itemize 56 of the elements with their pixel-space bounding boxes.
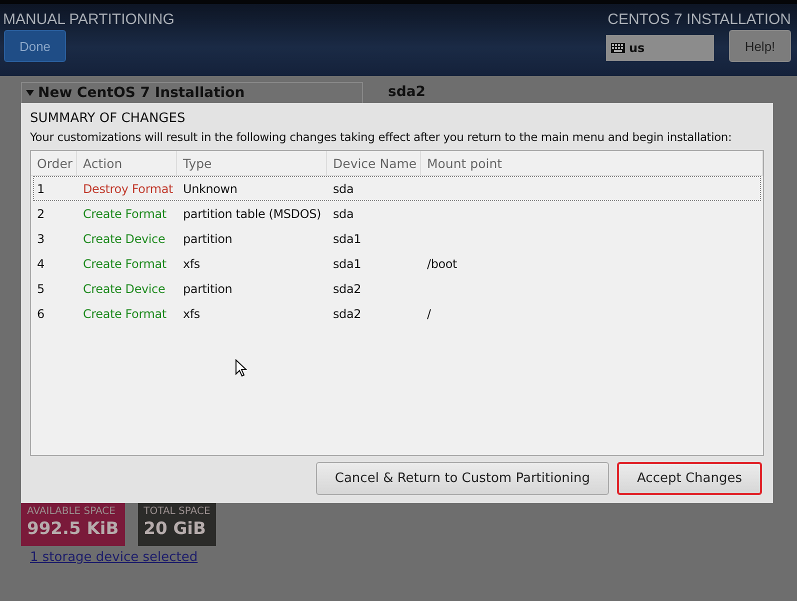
- done-button[interactable]: Done: [4, 30, 66, 62]
- table-cell-text: 6: [36, 306, 46, 322]
- table-cell-text: 1: [36, 180, 46, 198]
- available-space-value: 992.5 KiB: [27, 519, 119, 539]
- table-cell-text: Create Format: [82, 206, 168, 222]
- dialog-message: Your customizations will result in the following changes taking effect after you return to the main menu and begin installation:: [30, 130, 732, 144]
- device-title: sda2: [388, 83, 426, 100]
- storage-device-link[interactable]: 1 storage device selected: [30, 550, 198, 565]
- table-cell-text: Create Format: [82, 256, 168, 272]
- product-title: CENTOS 7 INSTALLATION: [608, 11, 791, 28]
- table-cell-text: 4: [36, 256, 46, 272]
- table-cell-text: 5: [36, 280, 46, 298]
- table-cell-text: sda2: [332, 306, 362, 322]
- table-row[interactable]: 4 Create Format xfs sda1 /boot: [33, 251, 761, 276]
- table-cell-text: Create Device: [82, 280, 166, 298]
- column-header[interactable]: Device Name: [327, 151, 421, 175]
- mouse-pointer-icon: [235, 359, 247, 377]
- accept-button[interactable]: Accept Changes: [617, 462, 762, 495]
- table-cell-text: sda1: [332, 230, 362, 248]
- column-header[interactable]: Type: [177, 151, 327, 175]
- total-space-value: 20 GiB: [144, 519, 207, 539]
- table-cell-text: xfs: [182, 306, 201, 322]
- table-cell-text: partition: [182, 280, 234, 298]
- table-cell-text: Unknown: [182, 180, 238, 198]
- table-cell-text: /boot: [426, 256, 458, 272]
- table-cell-text: Create Format: [82, 306, 168, 322]
- table-cell-text: xfs: [182, 256, 201, 272]
- expander-arrow-icon[interactable]: [26, 90, 34, 96]
- table-cell-text: 2: [36, 206, 46, 222]
- table-row[interactable]: 5 Create Device partition sda2: [33, 276, 761, 301]
- available-space-label: AVAILABLE SPACE: [27, 506, 116, 517]
- screen-title: MANUAL PARTITIONING: [3, 11, 174, 28]
- column-header[interactable]: Action: [77, 151, 177, 175]
- table-row[interactable]: 6 Create Format xfs sda2 /: [33, 301, 761, 326]
- table-cell-text: partition table (MSDOS): [182, 206, 322, 222]
- cancel-button[interactable]: Cancel & Return to Custom Partitioning: [316, 462, 610, 495]
- table-cell-text: Create Device: [82, 230, 166, 248]
- table-cell-text: Destroy Format: [82, 180, 174, 198]
- table-row[interactable]: 3 Create Device partition sda1: [33, 226, 761, 251]
- table-cell-text: /: [426, 306, 432, 322]
- dialog-title: SUMMARY OF CHANGES: [30, 111, 186, 126]
- table-row[interactable]: 1 Destroy Format Unknown sda: [33, 176, 761, 201]
- table-cell-text: partition: [182, 230, 234, 248]
- column-header[interactable]: Order: [31, 151, 77, 175]
- keyboard-layout-field[interactable]: us: [606, 35, 714, 61]
- help-button[interactable]: Help!: [729, 30, 791, 62]
- table-cell-text: sda2: [332, 280, 362, 298]
- table-cell-text: sda: [332, 206, 355, 222]
- installation-group-header[interactable]: New CentOS 7 Installation: [38, 85, 245, 101]
- table-cell-text: sda: [332, 180, 355, 198]
- table-cell-text: 3: [36, 230, 46, 248]
- keyboard-icon: [611, 43, 625, 53]
- table-cell-text: sda1: [332, 256, 362, 272]
- column-header[interactable]: Mount point: [421, 151, 763, 175]
- table-row[interactable]: 2 Create Format partition table (MSDOS) sda: [33, 201, 761, 226]
- total-space-label: TOTAL SPACE: [144, 506, 210, 517]
